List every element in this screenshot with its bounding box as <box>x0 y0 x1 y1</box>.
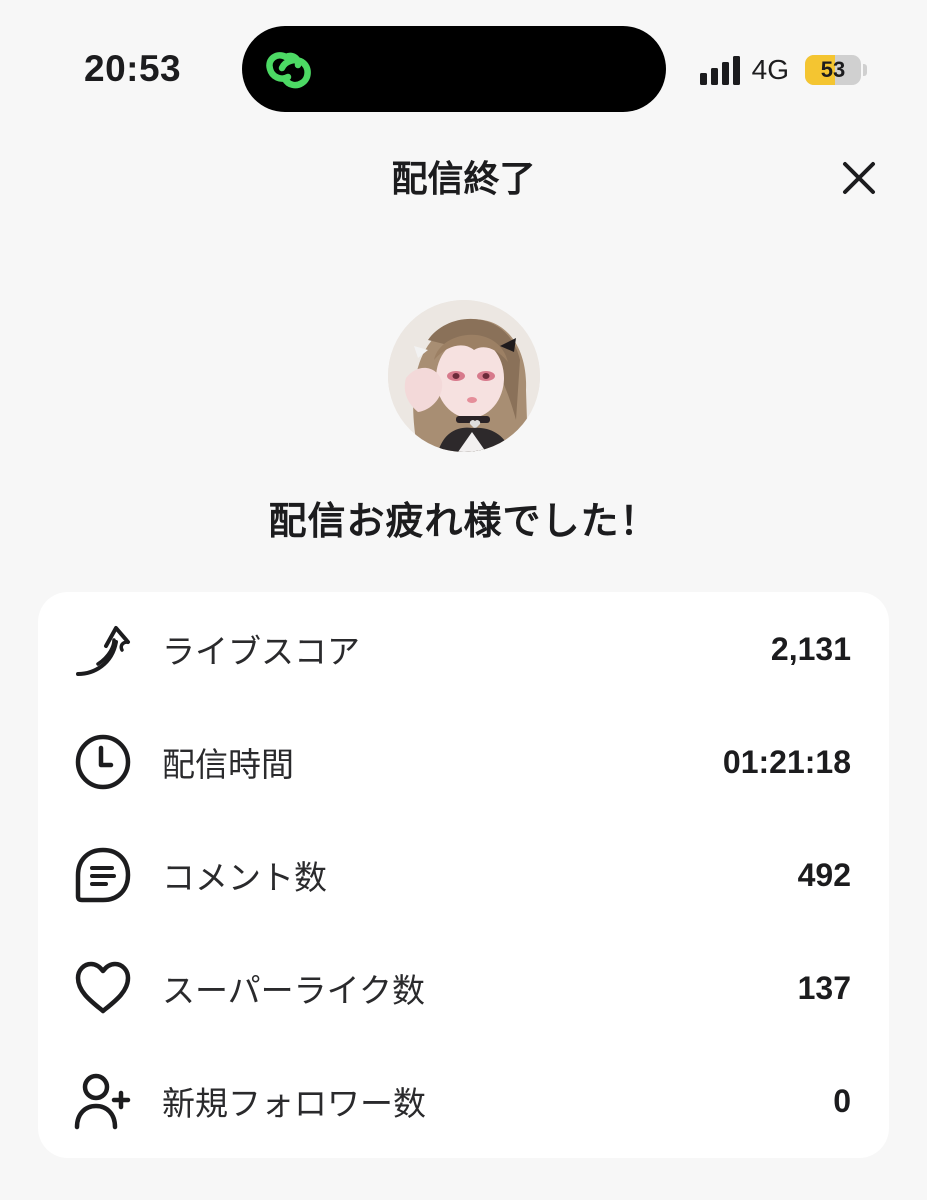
stat-row-stream-time: 配信時間 01:21:18 <box>38 706 889 818</box>
status-indicators: 4G 53 <box>699 50 867 90</box>
stat-label: ライブスコア <box>162 632 360 671</box>
arrow-up-icon <box>74 620 132 678</box>
greeting-message: 配信お疲れ様でした！ <box>268 499 659 543</box>
network-type: 4G <box>751 54 789 85</box>
battery-nub <box>863 64 867 76</box>
close-button[interactable] <box>839 158 879 198</box>
avatar <box>388 300 540 452</box>
stat-label: 新規フォロワー数 <box>162 1084 426 1123</box>
dynamic-island[interactable] <box>242 26 666 112</box>
stat-label: スーパーライク数 <box>162 971 426 1010</box>
battery-icon: 53 <box>805 55 861 85</box>
cellular-signal-icon <box>699 55 744 85</box>
close-icon <box>843 162 875 194</box>
battery-level: 53 <box>820 57 846 82</box>
stat-value: 137 <box>797 969 851 1006</box>
stat-row-comments: コメント数 492 <box>38 819 889 931</box>
stat-row-live-score: ライブスコア 2,131 <box>38 593 889 705</box>
status-time: 20:53 <box>84 48 182 89</box>
stat-row-new-followers: 新規フォロワー数 0 <box>38 1045 889 1157</box>
page-title: 配信終了 <box>391 159 536 200</box>
stat-label: 配信時間 <box>162 745 294 784</box>
comment-icon <box>74 846 132 904</box>
stat-value: 0 <box>833 1082 851 1119</box>
stats-card: ライブスコア 2,131 配信時間 01:21:18 コメント数 492 スーパ… <box>38 592 889 1158</box>
heart-icon <box>74 959 132 1017</box>
stat-label: コメント数 <box>162 858 327 897</box>
stat-value: 01:21:18 <box>722 743 851 780</box>
stat-value: 2,131 <box>770 630 851 667</box>
clock-icon <box>74 733 132 791</box>
link-rings-icon <box>262 44 318 94</box>
stat-value: 492 <box>797 856 851 893</box>
stat-row-superlikes: スーパーライク数 137 <box>38 932 889 1044</box>
add-user-icon <box>74 1072 132 1130</box>
